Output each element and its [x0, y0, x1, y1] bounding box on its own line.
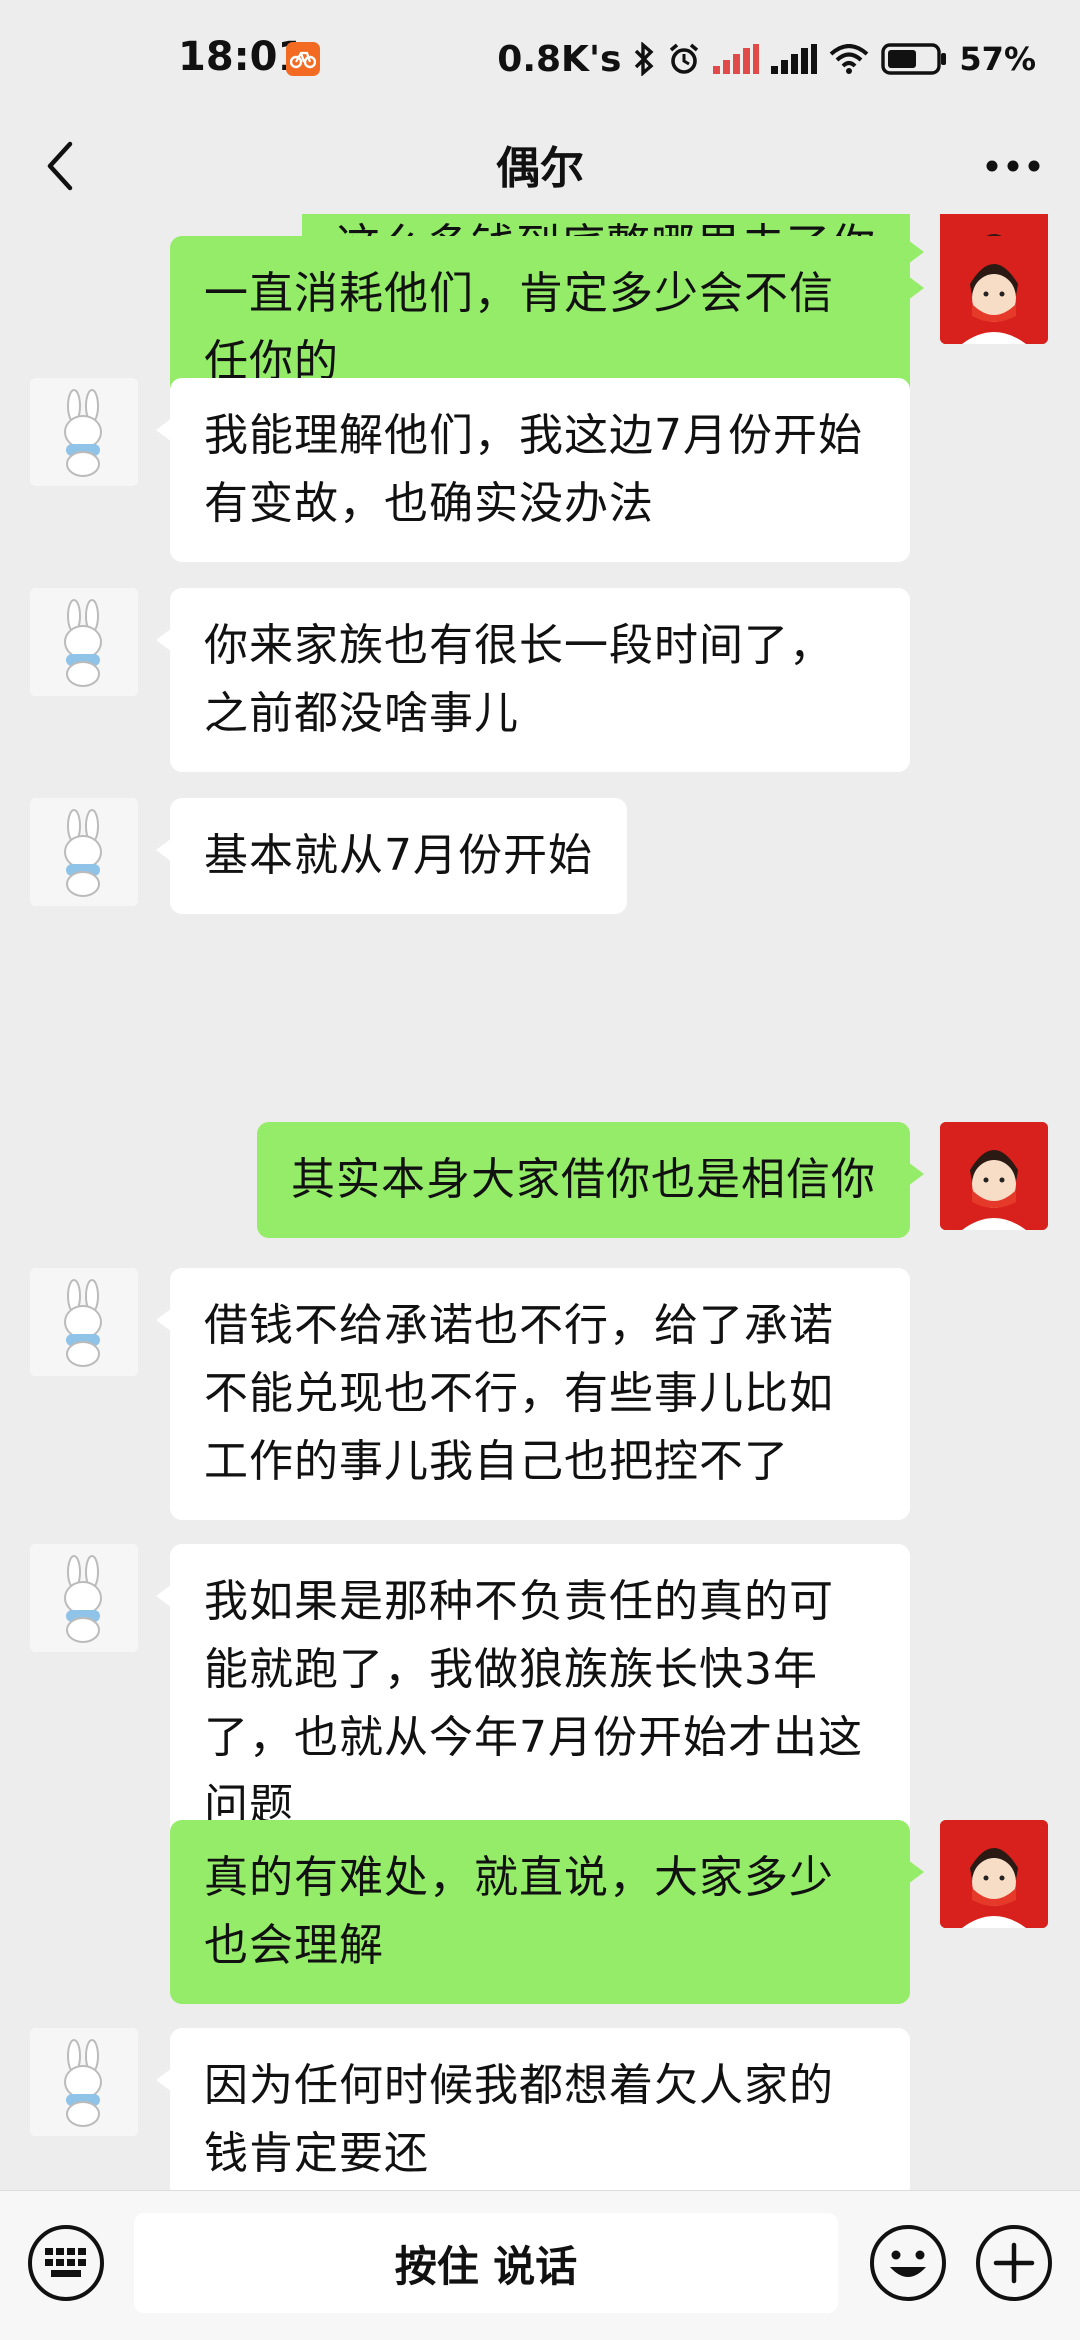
alarm-icon: [667, 42, 701, 76]
avatar[interactable]: [940, 1122, 1048, 1230]
hold-to-talk-button[interactable]: 按住 说话: [134, 2213, 838, 2313]
more-dots-icon: [986, 160, 1040, 172]
keyboard-toggle-button[interactable]: [28, 2225, 104, 2301]
avatar[interactable]: [30, 2028, 138, 2136]
signal-icon-red: [713, 44, 760, 74]
avatar[interactable]: [30, 1544, 138, 1652]
battery-percent: 57%: [959, 40, 1036, 78]
rabbit-avatar-icon: [30, 798, 138, 906]
avatar[interactable]: [940, 1820, 1048, 1928]
incoming-bubble[interactable]: 因为任何时候我都想着欠人家的钱肯定要还: [156, 2028, 910, 2190]
avatar[interactable]: [30, 798, 138, 906]
incoming-bubble[interactable]: 基本就从7月份开始: [156, 798, 627, 914]
input-bar: 按住 说话: [0, 2190, 1080, 2340]
emoji-button[interactable]: [870, 2225, 946, 2301]
more-actions-button[interactable]: [976, 2225, 1052, 2301]
rabbit-avatar-icon: [30, 378, 138, 486]
avatar[interactable]: [30, 378, 138, 486]
bike-app-icon: [286, 42, 320, 76]
signal-icon: [771, 44, 818, 74]
avatar[interactable]: [30, 1268, 138, 1376]
user-avatar-icon: [940, 236, 1048, 344]
incoming-bubble[interactable]: 你来家族也有很长一段时间了，之前都没啥事儿: [156, 588, 910, 772]
chat-area[interactable]: 这么多钱到底整哪里去了你 一直消耗他们，肯定多少会不信任你的 我能理解他们，我这…: [0, 214, 1080, 2190]
user-avatar-icon: [940, 1122, 1048, 1230]
nav-bar: 偶尔: [0, 118, 1080, 214]
incoming-bubble[interactable]: 我能理解他们，我这边7月份开始有变故，也确实没办法: [156, 378, 910, 562]
outgoing-bubble[interactable]: 真的有难处，就直说，大家多少也会理解: [170, 1820, 924, 2004]
rabbit-avatar-icon: [30, 1268, 138, 1376]
incoming-bubble[interactable]: 借钱不给承诺也不行，给了承诺不能兑现也不行，有些事儿比如工作的事儿我自己也把控不…: [156, 1268, 910, 1520]
rabbit-avatar-icon: [30, 2028, 138, 2136]
outgoing-bubble[interactable]: 其实本身大家借你也是相信你: [257, 1122, 924, 1238]
rabbit-avatar-icon: [30, 1544, 138, 1652]
user-avatar-icon: [940, 1820, 1048, 1928]
net-speed: 0.8K's: [497, 38, 622, 80]
plus-icon: [993, 2242, 1035, 2284]
avatar[interactable]: [940, 236, 1048, 344]
incoming-bubble[interactable]: 我如果是那种不负责任的真的可能就跑了，我做狼族族长快3年了，也就从今年7月份开始…: [156, 1544, 910, 1864]
wifi-icon: [829, 44, 869, 74]
battery-icon: [881, 42, 947, 76]
status-bar: 18:01 0.8K's 57%: [0, 0, 1080, 120]
emoji-icon: [890, 2250, 926, 2277]
avatar[interactable]: [30, 588, 138, 696]
keyboard-icon: [45, 2248, 86, 2277]
more-button[interactable]: [978, 134, 1048, 198]
rabbit-avatar-icon: [30, 588, 138, 696]
chat-title: 偶尔: [496, 143, 584, 194]
status-right-group: 0.8K's 57%: [497, 34, 1036, 84]
bluetooth-icon: [633, 42, 655, 76]
